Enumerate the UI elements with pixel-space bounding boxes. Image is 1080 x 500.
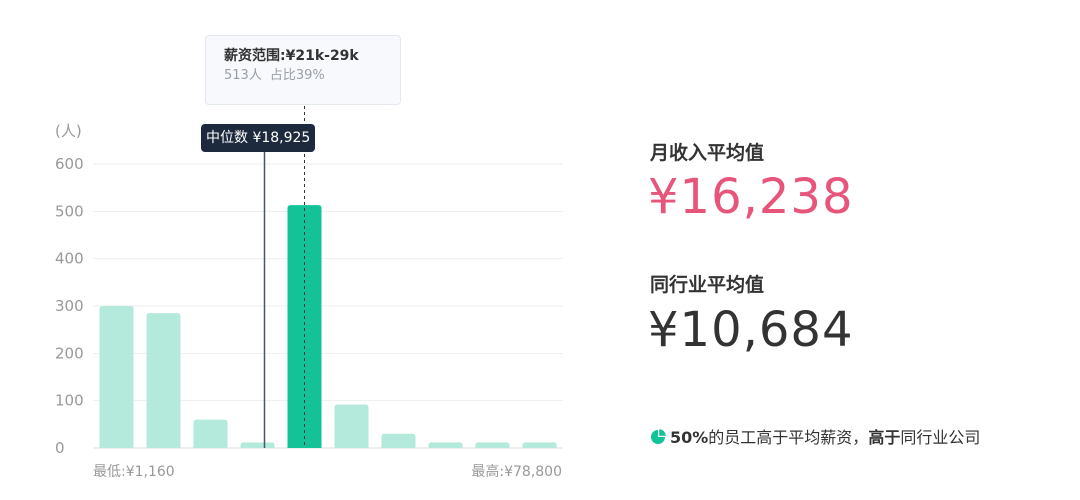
bar (146, 313, 181, 448)
summary-strong: 高于 (868, 428, 901, 447)
bar (522, 442, 557, 448)
tooltip-title: 薪资范围:¥21k-29k (224, 48, 359, 64)
bar (99, 306, 134, 448)
summary-line: 50%的员工高于平均薪资，高于同行业公司 (650, 428, 980, 448)
y-tick-label: 0 (55, 439, 65, 457)
bar (475, 442, 510, 448)
y-axis-unit-label: (人) (55, 122, 82, 140)
bars (99, 205, 557, 448)
bar (381, 433, 416, 448)
tooltip-count: 513人 (224, 68, 262, 83)
x-axis-min-label: 最低:¥1,160 (93, 464, 175, 480)
salary-distribution-panel: 0 100 200 300 400 500 600 (人) 最低:¥1,160 最高:¥78… (0, 0, 1080, 500)
monthly-average-label: 月收入平均值 (650, 142, 765, 164)
bar-highlighted (287, 205, 322, 448)
y-tick-label: 200 (55, 344, 84, 362)
y-tick-label: 600 (55, 155, 84, 173)
bar (240, 442, 275, 448)
summary-text-1: 的员工高于平均薪资， (708, 428, 869, 447)
x-axis-max-label: 最高:¥78,800 (471, 463, 562, 480)
tooltip-details: 513人 占比39% (224, 66, 400, 86)
y-tick-label: 400 (55, 250, 84, 268)
y-tick-label: 300 (55, 297, 84, 315)
industry-average-value: ¥10,684 (648, 302, 854, 358)
bar-tooltip: 薪资范围:¥21k-29k 513人 占比39% (205, 35, 401, 105)
bar (334, 404, 369, 448)
y-tick-label: 100 (55, 392, 84, 410)
bar (428, 442, 463, 448)
tooltip-share: 占比39% (269, 68, 325, 83)
pie-chart-icon (651, 429, 666, 444)
median-badge: 中位数 ¥18,925 (201, 124, 316, 152)
monthly-average-value: ¥16,238 (648, 169, 854, 225)
y-axis-ticks: 0 100 200 300 400 500 600 (55, 155, 84, 457)
y-tick-label: 500 (55, 202, 84, 220)
summary-percent: 50% (670, 428, 709, 447)
summary-text-2: 同行业公司 (900, 428, 981, 447)
industry-average-label: 同行业平均值 (650, 274, 765, 296)
bar (193, 419, 228, 448)
